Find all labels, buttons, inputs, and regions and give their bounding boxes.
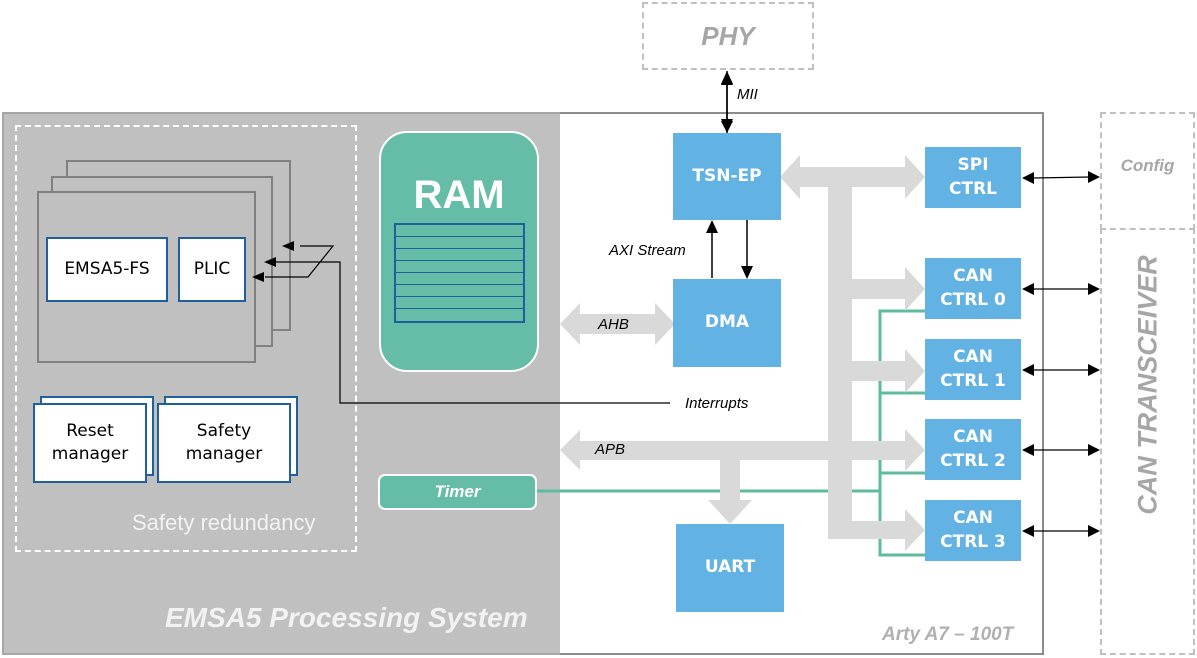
bus-trunk: [828, 187, 852, 539]
can-ctrl-0-label-line2: CTRL 0: [940, 289, 1006, 310]
spi-ctrl-label-line1: SPI: [957, 154, 989, 175]
tsn-ep-block: TSN-EP: [673, 133, 781, 220]
can-ctrl-1-label-line2: CTRL 1: [940, 370, 1006, 391]
can-ctrl-0-label-line1: CAN: [953, 265, 993, 286]
axi-stream-label: AXI Stream: [609, 242, 686, 259]
external-links: [1033, 176, 1091, 532]
can-ctrl-3-label-line1: CAN: [953, 507, 993, 528]
can-ctrl-2-block: CAN CTRL 2: [925, 419, 1021, 480]
can-ctrl-0-block: CAN CTRL 0: [925, 258, 1021, 319]
can1-bus-arrow: [852, 349, 925, 393]
can-ctrl-2-label-line1: CAN: [953, 426, 993, 447]
can-ctrl-1-block: CAN CTRL 1: [925, 339, 1021, 400]
can-ctrl-3-block: CAN CTRL 3: [925, 500, 1021, 561]
can0-bus-arrow: [852, 267, 925, 311]
uart-block: UART: [676, 524, 784, 612]
spi-ctrl-block: SPI CTRL: [925, 147, 1021, 208]
can-ctrl-3-label-line2: CTRL 3: [940, 531, 1006, 552]
spi-ctrl-label-line2: CTRL: [949, 178, 997, 199]
axi-stream-links: [711, 220, 748, 278]
interrupts-label: Interrupts: [685, 395, 749, 412]
tsn-spi-bus-arrow: [780, 155, 925, 199]
dma-block: DMA: [673, 279, 781, 367]
ahb-label: AHB: [598, 316, 629, 333]
mii-label: MII: [737, 86, 758, 103]
can-ctrl-1-label-line1: CAN: [953, 346, 993, 367]
apb-label: APB: [595, 441, 626, 458]
can-ctrl-2-label-line2: CTRL 2: [940, 450, 1006, 471]
